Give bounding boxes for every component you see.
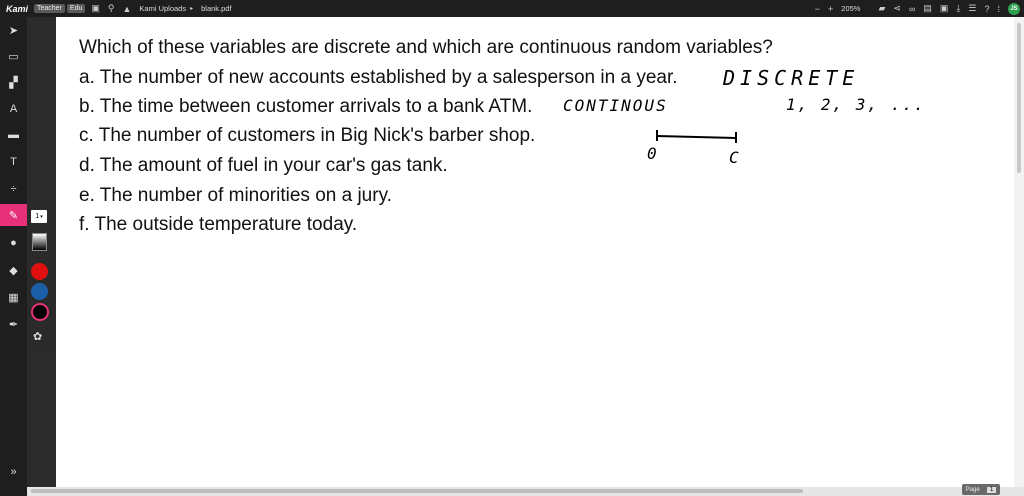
pen-tool-icon[interactable]: ✎ <box>0 204 27 226</box>
color-blue[interactable] <box>31 283 48 300</box>
color-black[interactable] <box>31 303 49 321</box>
highlighter-icon[interactable]: ▞ <box>0 71 27 93</box>
handwritten-discrete: DISCRETE <box>723 66 860 90</box>
vertical-scrollbar[interactable] <box>1014 17 1024 487</box>
question-item-d: d. The amount of fuel in your car's gas … <box>79 155 448 176</box>
question-item-a: a. The number of new accounts establishe… <box>79 67 678 88</box>
left-toolbar: ➤ ▭ ▞ A ▬ T ÷ ✎ ● ◆ ▦ ✒ » <box>0 17 27 496</box>
help-icon[interactable]: ? <box>984 4 989 14</box>
more-icon[interactable]: ☰ <box>968 3 976 14</box>
opacity-slider[interactable] <box>32 233 47 251</box>
select-tool-icon[interactable]: ➤ <box>0 19 27 41</box>
handwritten-interval-start: 0 <box>647 144 657 163</box>
page-indicator[interactable]: Page 1 <box>962 484 1000 495</box>
top-toolbar: Kami Teacher Edu ▣ ⚲ ▲ Kami Uploads ▸ bl… <box>0 0 1024 17</box>
search-icon[interactable]: ⚲ <box>108 3 115 14</box>
question-item-f: f. The outside temperature today. <box>79 214 358 235</box>
page-label: Page <box>965 486 980 493</box>
chevron-down-icon: ▾ <box>40 213 43 220</box>
avatar[interactable]: JS <box>1008 2 1020 15</box>
handwritten-interval-line <box>656 130 737 143</box>
image-icon[interactable]: ▦ <box>0 286 27 308</box>
expand-toolbar-icon[interactable]: » <box>0 461 27 483</box>
save-icon[interactable]: ▣ <box>940 3 949 14</box>
horizontal-scrollbar[interactable] <box>27 487 1024 496</box>
handwritten-interval-end: C <box>729 148 739 167</box>
stroke-size-select[interactable]: 1 ▾ <box>31 210 47 223</box>
equation-icon[interactable]: ÷ <box>0 178 27 200</box>
zoom-in-button[interactable]: + <box>828 4 833 14</box>
zoom-level[interactable]: 205% <box>841 4 860 13</box>
teacher-badge: Teacher <box>34 4 65 13</box>
signature-icon[interactable]: ✒ <box>0 313 27 335</box>
question-stem: Which of these variables are discrete an… <box>79 37 773 58</box>
comment-icon[interactable]: ▬ <box>0 124 27 146</box>
reading-mode-icon[interactable]: ▭ <box>0 45 27 67</box>
markup-icon[interactable]: A <box>0 98 27 120</box>
question-item-e: e. The number of minorities on a jury. <box>79 185 392 206</box>
shapes-icon[interactable]: ● <box>0 232 27 254</box>
grid-icon[interactable]: ⁞ <box>997 4 1000 14</box>
eraser-icon[interactable]: ◆ <box>0 259 27 281</box>
link-icon[interactable]: ∞ <box>909 4 915 14</box>
palette-icon[interactable]: ✿ <box>33 330 42 343</box>
chevron-right-icon: ▸ <box>190 6 194 12</box>
text-tool-icon[interactable]: T <box>0 151 27 173</box>
kami-logo: Kami <box>6 3 29 14</box>
page-number[interactable]: 1 <box>986 486 997 493</box>
horizontal-scroll-thumb[interactable] <box>31 489 803 493</box>
sidebar-toggle-icon[interactable]: ▣ <box>91 3 100 14</box>
question-item-b: b. The time between customer arrivals to… <box>79 96 533 117</box>
question-item-c: c. The number of customers in Big Nick's… <box>79 125 536 146</box>
edu-badge: Edu <box>66 4 86 13</box>
print-icon[interactable]: ▤ <box>923 3 932 14</box>
drive-icon: ▲ <box>122 3 132 14</box>
color-red[interactable] <box>31 263 48 280</box>
breadcrumb-file[interactable]: blank.pdf <box>201 4 231 13</box>
handwritten-sequence: 1, 2, 3, ... <box>786 95 926 114</box>
breadcrumb-folder[interactable]: Kami Uploads <box>139 4 186 13</box>
zoom-out-button[interactable]: − <box>815 4 820 14</box>
handwritten-continuous: CONTINOUS <box>563 96 668 115</box>
vertical-scroll-thumb[interactable] <box>1017 23 1021 173</box>
download-icon[interactable]: ⤓ <box>956 3 960 14</box>
folder-icon[interactable]: ▰ <box>878 3 885 14</box>
share-icon[interactable]: ⋖ <box>893 3 901 14</box>
stroke-size-value: 1 <box>35 213 40 220</box>
